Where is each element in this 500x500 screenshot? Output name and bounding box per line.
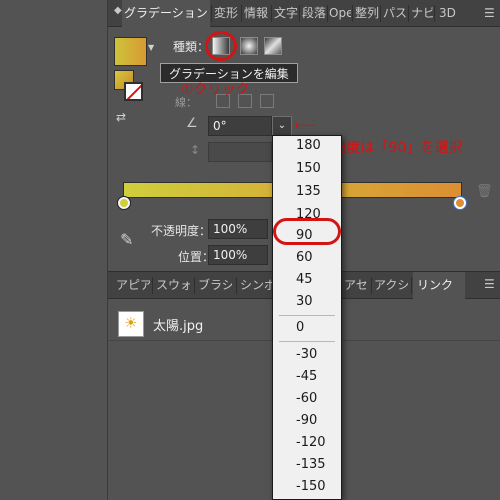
tab-assets[interactable]: アセッ <box>344 272 368 299</box>
tab-align[interactable]: 整列 <box>355 0 379 27</box>
angle-option-minus-60[interactable]: -60 <box>273 389 341 409</box>
annotation-arrow-icon: ⟵ <box>294 116 316 134</box>
collapse-icon[interactable]: ◆ <box>114 5 122 16</box>
link-file-name: 太陽.jpg <box>153 319 204 334</box>
angle-option-150[interactable]: 150 <box>273 159 341 179</box>
panel-tab-bar: ◆ グラデーション 変形 情報 文字 段落 Ope 整列 パス ナビ 3D <box>108 0 500 28</box>
angle-input[interactable]: 0° <box>208 116 272 136</box>
radial-gradient-button[interactable] <box>240 37 258 55</box>
angle-option-30[interactable]: 30 <box>273 292 341 312</box>
opacity-input[interactable]: 100% <box>208 219 268 239</box>
tab-appearance[interactable]: アピア <box>116 272 150 299</box>
location-input[interactable]: 100% <box>208 245 268 265</box>
dropdown-divider <box>279 315 335 316</box>
tab-character[interactable]: 文字 <box>274 0 298 27</box>
tab-navigator[interactable]: ナビ <box>411 0 433 27</box>
tab-actions[interactable]: アクシ <box>374 272 408 299</box>
freeform-gradient-button[interactable] <box>264 37 282 55</box>
reverse-gradient-icon[interactable]: ⇄ <box>116 110 126 124</box>
tab-3d[interactable]: 3D <box>439 0 463 27</box>
sun-thumbnail-icon: ☀ <box>118 311 144 337</box>
angle-option-60[interactable]: 60 <box>273 248 341 268</box>
aspect-ratio-icon: ↕ <box>190 143 201 157</box>
angle-option-minus-45[interactable]: -45 <box>273 367 341 387</box>
tab-links[interactable]: リンク <box>413 272 465 299</box>
color-stop-end[interactable] <box>454 197 466 209</box>
tab-gradient[interactable]: グラデーション <box>122 0 210 28</box>
stroke-option-across[interactable] <box>260 94 274 108</box>
tab-symbols[interactable]: シンボ <box>240 272 274 299</box>
hamburger-menu-icon[interactable]: ☰ <box>484 277 495 291</box>
annotation-circle-type <box>205 31 237 61</box>
angle-option-180[interactable]: 180 <box>273 136 341 156</box>
color-stop-start[interactable] <box>118 197 130 209</box>
tab-transform[interactable]: 変形 <box>214 0 240 27</box>
angle-option-0[interactable]: 0 <box>273 318 341 338</box>
angle-icon: ∠ <box>186 116 198 131</box>
angle-option-minus-135[interactable]: -135 <box>273 455 341 475</box>
tab-opentype[interactable]: Ope <box>329 0 351 27</box>
tab-paragraph[interactable]: 段落 <box>302 0 326 27</box>
type-label: 種類： <box>173 40 210 54</box>
angle-option-minus-90[interactable]: -90 <box>273 411 341 431</box>
chevron-down-icon[interactable]: ▼ <box>148 43 154 52</box>
angle-option-minus-150[interactable]: -150 <box>273 477 341 497</box>
aspect-ratio-input[interactable] <box>208 142 272 162</box>
opacity-label: 不透明度： <box>151 224 212 238</box>
canvas-area <box>0 0 107 500</box>
trash-icon[interactable]: 🗑 <box>476 184 493 199</box>
stroke-swatch[interactable] <box>124 82 143 101</box>
hamburger-menu-icon[interactable]: ☰ <box>484 6 495 20</box>
angle-option-minus-120[interactable]: -120 <box>273 433 341 453</box>
angle-option-minus-30[interactable]: -30 <box>273 345 341 365</box>
angle-option-45[interactable]: 45 <box>273 270 341 290</box>
angle-dropdown-button[interactable]: ⌄ <box>272 116 292 136</box>
eyedropper-icon[interactable]: ✎ <box>120 230 133 249</box>
annotation-click: ①クリック <box>181 82 250 98</box>
gradient-swatch[interactable] <box>114 37 147 66</box>
dropdown-divider <box>279 341 335 342</box>
annotation-circle-90 <box>273 218 341 245</box>
angle-dropdown-list: 180 150 135 120 90 60 45 30 0 -30 -45 -6… <box>272 135 342 500</box>
tab-brushes[interactable]: ブラシ <box>198 272 232 299</box>
tab-pathfinder[interactable]: パス <box>383 0 407 27</box>
tab-info[interactable]: 情報 <box>244 0 270 27</box>
tab-swatches[interactable]: スウォ <box>156 272 190 299</box>
angle-option-135[interactable]: 135 <box>273 182 341 202</box>
